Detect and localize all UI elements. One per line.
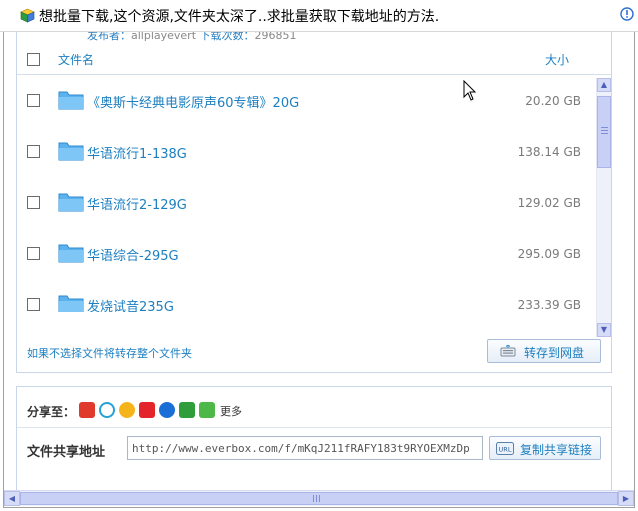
file-row[interactable]: 《奥斯卡经典电影原声60专辑》20G 20.20 GB <box>17 76 595 127</box>
folder-icon <box>58 142 84 161</box>
file-checkbox[interactable] <box>27 247 40 260</box>
folder-icon <box>58 193 84 212</box>
file-row[interactable]: 华语流行2-129G 129.02 GB <box>17 178 595 229</box>
scroll-left-icon[interactable]: ◀ <box>4 491 20 506</box>
file-name-link[interactable]: 《奥斯卡经典电影原声60专辑》20G <box>87 92 299 111</box>
folder-icon <box>58 91 84 110</box>
share-address-label: 文件共享地址 <box>27 445 106 460</box>
cube-icon <box>20 8 35 23</box>
plus-icon[interactable] <box>199 402 215 418</box>
horizontal-scrollbar[interactable]: ◀ ▶ <box>4 490 634 506</box>
file-list-header: 文件名 大小 <box>17 43 611 75</box>
file-size: 233.39 GB <box>517 298 581 312</box>
publisher-name[interactable]: allplayevert <box>131 32 196 42</box>
folder-icon <box>58 295 84 312</box>
file-checkbox[interactable] <box>27 94 40 107</box>
column-header-size[interactable]: 大小 <box>545 51 569 68</box>
warning-icon <box>620 7 634 21</box>
mouse-cursor-icon <box>463 80 477 101</box>
downloads-label: 下载次数： <box>199 32 255 42</box>
file-size: 20.20 GB <box>525 94 581 108</box>
file-list-scrollbar[interactable]: ▲ ▼ <box>596 78 611 337</box>
scroll-down-icon[interactable]: ▼ <box>597 323 611 337</box>
copy-button-label: 复制共享链接 <box>520 443 593 457</box>
file-checkbox[interactable] <box>27 145 40 158</box>
column-header-name[interactable]: 文件名 <box>58 51 94 68</box>
publisher-label: 发布者： <box>87 32 131 42</box>
share-label: 分享至： <box>27 405 76 419</box>
file-checkbox[interactable] <box>27 196 40 209</box>
file-size: 295.09 GB <box>517 247 581 261</box>
scroll-up-icon[interactable]: ▲ <box>597 78 611 92</box>
share-divider <box>17 427 611 428</box>
select-all-checkbox[interactable] <box>27 53 40 66</box>
title-bar: 想批量下载,这个资源,文件夹太深了..求批量获取下载地址的方法. <box>0 0 638 32</box>
network-disk-icon <box>500 345 516 357</box>
file-checkbox[interactable] <box>27 298 40 311</box>
scroll-thumb[interactable] <box>597 96 611 168</box>
file-name-link[interactable]: 发烧试音235G <box>87 296 174 312</box>
save-to-disk-button[interactable]: 转存到网盘 <box>487 339 601 363</box>
qzone-icon[interactable] <box>119 402 135 418</box>
more-share-link[interactable]: 更多 <box>220 403 242 419</box>
renren-icon[interactable] <box>139 402 155 418</box>
file-list: 《奥斯卡经典电影原声60专辑》20G 20.20 GB 华语流行1-138G 1… <box>17 76 595 312</box>
save-hint: 如果不选择文件将转存整个文件夹 <box>27 347 192 360</box>
save-button-label: 转存到网盘 <box>524 346 585 360</box>
folder-icon <box>58 244 84 263</box>
copy-link-button[interactable]: URL 复制共享链接 <box>489 436 601 460</box>
publisher-info: 发布者：allplayevert 下载次数：296851 <box>87 32 297 43</box>
url-icon: URL <box>496 442 514 455</box>
scroll-right-icon[interactable]: ▶ <box>618 491 634 506</box>
window-title: 想批量下载,这个资源,文件夹太深了..求批量获取下载地址的方法. <box>39 9 440 25</box>
svg-text:URL: URL <box>499 446 512 454</box>
douban-icon[interactable] <box>179 402 195 418</box>
file-row[interactable]: 华语流行1-138G 138.14 GB <box>17 127 595 178</box>
file-name-link[interactable]: 华语流行1-138G <box>87 143 187 162</box>
kaixin-icon[interactable] <box>159 402 175 418</box>
file-panel: 发布者：allplayevert 下载次数：296851 文件名 大小 《奥斯卡… <box>16 32 612 373</box>
horizontal-scroll-thumb[interactable] <box>20 492 618 505</box>
share-row: 分享至： 更多 <box>27 401 597 421</box>
tencent-weibo-icon[interactable] <box>99 402 115 418</box>
content-frame: 发布者：allplayevert 下载次数：296851 文件名 大小 《奥斯卡… <box>3 32 635 508</box>
file-name-link[interactable]: 华语流行2-129G <box>87 194 187 213</box>
file-row[interactable]: 发烧试音235G 233.39 GB <box>17 280 595 312</box>
share-panel: 分享至： 更多 文件共享地址 URL 复制共享链接 <box>16 386 612 498</box>
file-size: 138.14 GB <box>517 145 581 159</box>
file-name-link[interactable]: 华语综合-295G <box>87 245 179 264</box>
file-row[interactable]: 华语综合-295G 295.09 GB <box>17 229 595 280</box>
weibo-icon[interactable] <box>79 402 95 418</box>
downloads-value: 296851 <box>254 32 297 42</box>
file-size: 129.02 GB <box>517 196 581 210</box>
share-address-field[interactable] <box>127 436 483 460</box>
